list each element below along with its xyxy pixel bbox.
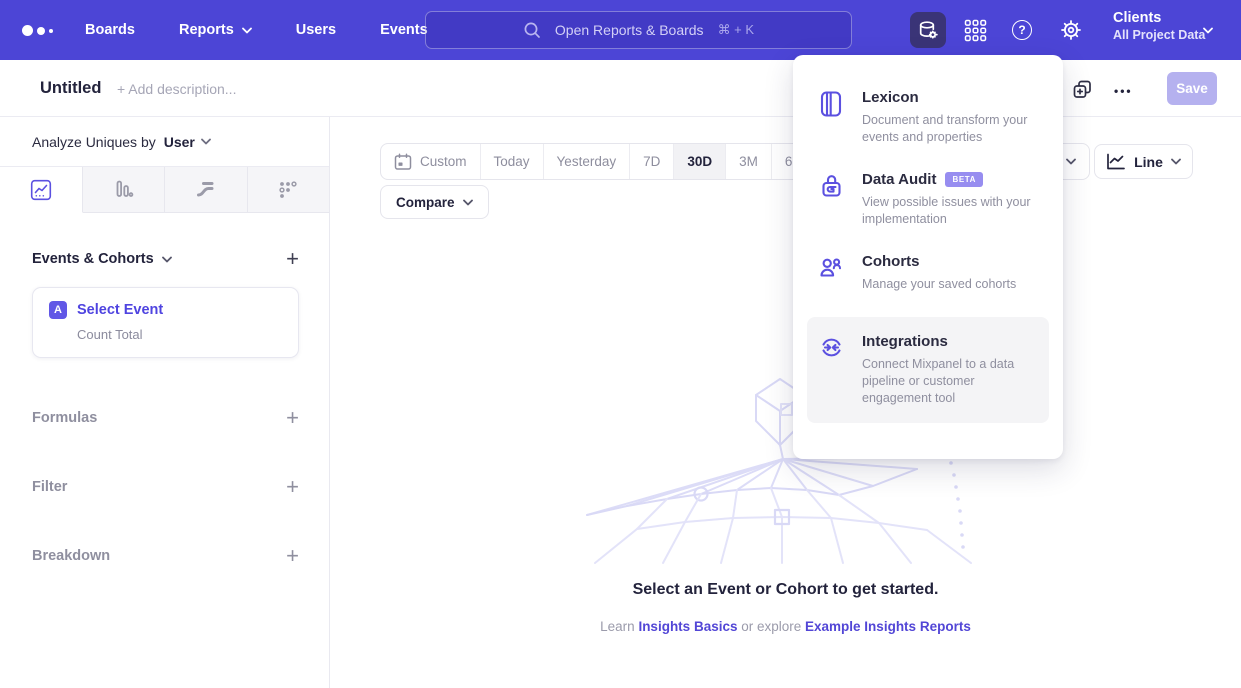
formulas-section: Formulas + [32, 409, 299, 427]
menu-item-description: Connect Mixpanel to a data pipeline or c… [862, 356, 1034, 407]
tab-line-chart[interactable] [0, 167, 83, 213]
more-options-button[interactable]: ••• [1114, 84, 1133, 98]
empty-state: Select an Event or Cohort to get started… [330, 581, 1241, 634]
chevron-down-icon [201, 138, 211, 145]
nav-boards[interactable]: Boards [85, 22, 135, 38]
chevron-down-icon [1203, 27, 1213, 34]
query-builder-sidebar: Analyze Uniques by User [0, 117, 330, 688]
sidebar-content: Events & Cohorts + A Select Event Count … [0, 250, 329, 565]
project-name: All Project Data [1113, 28, 1205, 42]
chart-type-dropdown[interactable]: Line [1094, 144, 1193, 179]
range-yesterday[interactable]: Yesterday [544, 144, 631, 179]
chevron-down-icon [242, 27, 252, 34]
menu-item-cohorts[interactable]: Cohorts Manage your saved cohorts [793, 253, 1063, 293]
flow-chart-icon [195, 179, 216, 200]
event-query-card[interactable]: A Select Event Count Total [32, 287, 299, 358]
event-letter-badge: A [49, 301, 67, 319]
add-event-button[interactable]: + [286, 250, 299, 268]
empty-state-links: Learn Insights Basics or explore Example… [330, 619, 1241, 634]
analyze-row: Analyze Uniques by User [0, 117, 329, 167]
duplicate-icon [1073, 80, 1092, 99]
compare-button[interactable]: Compare [380, 185, 489, 219]
line-chart-icon [30, 179, 52, 201]
empty-state-title: Select an Event or Cohort to get started… [330, 581, 1241, 599]
mixpanel-logo-icon[interactable] [22, 25, 53, 36]
lexicon-icon [819, 91, 843, 117]
duplicate-report-button[interactable] [1073, 80, 1092, 99]
menu-item-data-audit[interactable]: Data Audit BETA View possible issues wit… [793, 171, 1063, 228]
count-type-selector[interactable]: Count Total [77, 327, 282, 342]
search-placeholder: Open Reports & Boards [555, 22, 704, 38]
tab-metrics-grid[interactable] [248, 167, 330, 213]
top-navigation-bar: Boards Reports Users Events Open Reports… [0, 0, 1241, 60]
calendar-icon [394, 153, 412, 171]
menu-item-title: Cohorts [862, 253, 1016, 270]
menu-item-title: Integrations [862, 333, 1034, 350]
project-switcher[interactable]: Clients All Project Data [1113, 10, 1205, 42]
data-management-button[interactable] [910, 12, 946, 48]
analyze-label: Analyze Uniques by [32, 134, 156, 150]
chevron-down-icon [1066, 158, 1076, 165]
breakdown-label: Breakdown [32, 548, 110, 564]
gear-icon [1060, 19, 1082, 41]
add-breakdown-button[interactable]: + [286, 547, 299, 565]
nav-users[interactable]: Users [296, 22, 336, 38]
save-button[interactable]: Save [1167, 72, 1217, 105]
apps-grid-button[interactable] [964, 0, 987, 60]
add-filter-button[interactable]: + [286, 478, 299, 496]
search-shortcut: ⌘ + K [718, 22, 755, 38]
line-type-icon [1106, 153, 1126, 171]
report-title[interactable]: Untitled [40, 79, 101, 98]
tab-flow-chart[interactable] [165, 167, 248, 213]
menu-item-title: Lexicon [862, 89, 1034, 106]
range-7d[interactable]: 7D [630, 144, 674, 179]
help-icon: ? [1012, 20, 1032, 40]
add-formula-button[interactable]: + [286, 409, 299, 427]
select-event-button[interactable]: Select Event [77, 302, 163, 318]
chevron-down-icon [463, 199, 473, 206]
menu-item-title: Data Audit BETA [862, 171, 1034, 188]
add-description-field[interactable]: + Add description... [117, 81, 236, 97]
primary-nav: Boards Reports Users Events [85, 0, 428, 60]
menu-item-integrations[interactable]: Integrations Connect Mixpanel to a data … [807, 317, 1049, 423]
org-name: Clients [1113, 10, 1205, 26]
beta-badge: BETA [945, 172, 983, 187]
filter-section: Filter + [32, 478, 299, 496]
integrations-sync-icon [819, 335, 844, 360]
database-gear-icon [918, 20, 939, 41]
chart-canvas: Custom Today Yesterday 7D 30D 3M 6M Comp… [330, 117, 1241, 688]
menu-item-description: Manage your saved cohorts [862, 276, 1016, 293]
cohorts-people-icon [819, 255, 843, 279]
tab-bar-chart[interactable] [83, 167, 166, 213]
formulas-label: Formulas [32, 410, 97, 426]
events-cohorts-header[interactable]: Events & Cohorts [32, 251, 172, 267]
nav-reports[interactable]: Reports [179, 22, 252, 38]
range-30d-selected[interactable]: 30D [674, 144, 726, 179]
data-management-menu: Lexicon Document and transform your even… [793, 55, 1063, 459]
events-cohorts-section: Events & Cohorts + [32, 250, 299, 268]
settings-button[interactable] [1060, 0, 1082, 60]
chevron-down-icon [1171, 158, 1181, 165]
menu-item-lexicon[interactable]: Lexicon Document and transform your even… [793, 89, 1063, 146]
help-button[interactable]: ? [1012, 0, 1032, 60]
range-3m[interactable]: 3M [726, 144, 772, 179]
data-audit-lock-icon [819, 173, 844, 199]
analyze-by-dropdown[interactable]: User [164, 134, 211, 150]
example-insights-reports-link[interactable]: Example Insights Reports [805, 619, 971, 634]
nav-events[interactable]: Events [380, 22, 428, 38]
dots-grid-icon [278, 180, 298, 200]
range-today[interactable]: Today [481, 144, 544, 179]
menu-item-description: Document and transform your events and p… [862, 112, 1034, 146]
search-icon [523, 21, 541, 39]
global-search-input[interactable]: Open Reports & Boards ⌘ + K [425, 11, 852, 49]
bar-chart-icon [113, 179, 134, 200]
filter-label: Filter [32, 479, 67, 495]
chevron-down-icon [162, 256, 172, 263]
insights-basics-link[interactable]: Insights Basics [638, 619, 737, 634]
menu-item-description: View possible issues with your implement… [862, 194, 1034, 228]
chart-type-tabs [0, 167, 329, 213]
breakdown-section: Breakdown + [32, 547, 299, 565]
range-custom[interactable]: Custom [381, 144, 481, 179]
grid-icon [964, 19, 987, 42]
